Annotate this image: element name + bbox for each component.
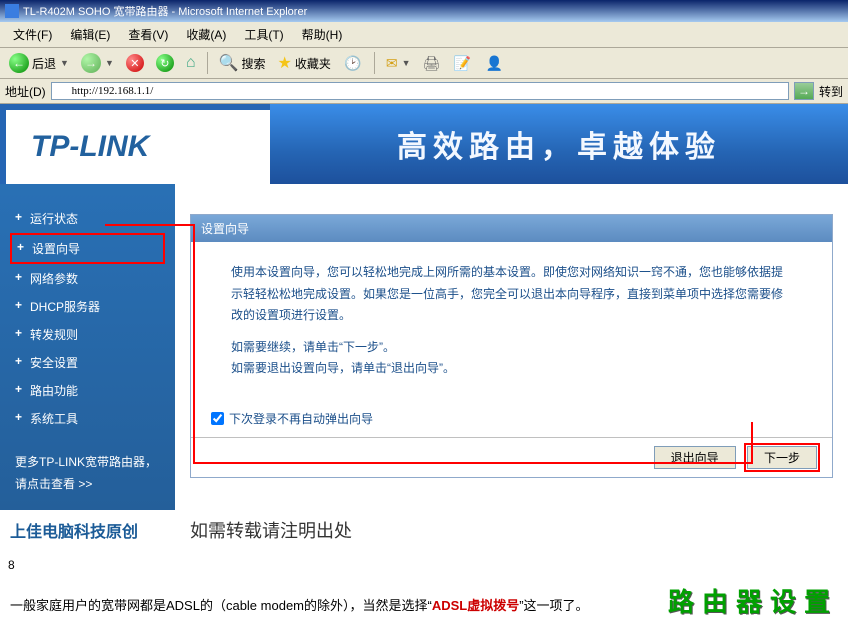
logo: TP-LINK xyxy=(31,130,245,164)
refresh-button[interactable]: ↻ xyxy=(152,52,178,74)
edit-button[interactable]: 📝 xyxy=(448,51,476,75)
wizard-text-2: 如需要继续，请单击“下一步”。 xyxy=(231,337,792,359)
wizard-text-3: 如需要退出设置向导，请单击“退出向导”。 xyxy=(231,358,792,380)
favorites-button[interactable]: ★ 收藏夹 xyxy=(273,51,334,75)
page-header: TP-LINK 高效路由，卓越体验 xyxy=(0,104,848,184)
search-icon: 🔍 xyxy=(219,53,239,73)
router-config-watermark: 路由器设置 xyxy=(668,582,838,619)
wizard-body: 使用本设置向导，您可以轻松地完成上网所需的基本设置。即使您对网络知识一窍不通，您… xyxy=(191,242,832,400)
messenger-icon: 👤 xyxy=(484,53,504,73)
url-text: http://192.168.1.1/ xyxy=(72,85,154,97)
stop-button[interactable]: ✕ xyxy=(122,52,148,74)
menu-view[interactable]: 查看(V) xyxy=(120,24,176,45)
adsl-highlight: ADSL虚拟拨号 xyxy=(432,598,519,613)
print-button[interactable]: 🖨 xyxy=(418,53,444,74)
window-title-bar: TL-R402M SOHO 宽带路由器 - Microsoft Internet… xyxy=(0,0,848,22)
edit-icon: 📝 xyxy=(452,53,472,73)
refresh-icon: ↻ xyxy=(156,54,174,72)
next-button[interactable]: 下一步 xyxy=(747,446,817,469)
sidebar-item-forward[interactable]: 转发规则 xyxy=(0,321,175,348)
annotation-line xyxy=(105,224,195,226)
address-label: 地址(D) xyxy=(5,83,46,100)
menu-edit[interactable]: 编辑(E) xyxy=(62,24,118,45)
no-popup-checkbox[interactable] xyxy=(211,412,224,425)
sidebar-item-system[interactable]: 系统工具 xyxy=(0,405,175,432)
sidebar-item-security[interactable]: 安全设置 xyxy=(0,349,175,376)
sidebar-item-network[interactable]: 网络参数 xyxy=(0,265,175,292)
sidebar-footer: 上佳电脑科技原创 xyxy=(0,510,175,550)
sidebar-more-link[interactable]: 更多TP-LINK宽带路由器，请点击查看 >> xyxy=(0,447,175,500)
history-button[interactable]: 🕑 xyxy=(339,51,367,75)
exit-wizard-button[interactable]: 退出向导 xyxy=(654,446,736,469)
separator xyxy=(207,52,208,74)
footer-description: 一般家庭用户的宽带网都是ADSL的（cable modem的除外），当然是选择“… xyxy=(0,580,848,629)
forward-icon: → xyxy=(81,53,101,73)
checkbox-label[interactable]: 下次登录不再自动弹出向导 xyxy=(229,410,373,427)
sidebar: 运行状态 设置向导 网络参数 DHCP服务器 转发规则 安全设置 路由功能 系统… xyxy=(0,184,175,510)
sidebar-item-routing[interactable]: 路由功能 xyxy=(0,377,175,404)
sidebar-item-status[interactable]: 运行状态 xyxy=(0,205,175,232)
slogan: 高效路由，卓越体验 xyxy=(270,104,848,184)
wizard-panel: 设置向导 使用本设置向导，您可以轻松地完成上网所需的基本设置。即使您对网络知识一… xyxy=(190,214,833,478)
chevron-down-icon: ▼ xyxy=(60,58,69,68)
sidebar-item-dhcp[interactable]: DHCP服务器 xyxy=(0,293,175,320)
home-icon: ⌂ xyxy=(186,54,196,72)
discuss-button[interactable]: 👤 xyxy=(480,51,508,75)
menu-favorites[interactable]: 收藏(A) xyxy=(178,24,234,45)
annotation-line xyxy=(751,422,753,464)
repost-note: 如需转载请注明出处 xyxy=(175,517,367,543)
annotation-line xyxy=(193,224,195,464)
window-title: TL-R402M SOHO 宽带路由器 - Microsoft Internet… xyxy=(23,3,307,19)
toolbar: ← 后退 ▼ → ▼ ✕ ↻ ⌂ 🔍 搜索 ★ 收藏夹 🕑 ✉▼ 🖨 📝 👤 xyxy=(0,48,848,79)
search-button[interactable]: 🔍 搜索 xyxy=(215,51,270,75)
home-button[interactable]: ⌂ xyxy=(182,52,200,74)
address-input[interactable]: http://192.168.1.1/ xyxy=(51,82,789,100)
menu-bar: 文件(F) 编辑(E) 查看(V) 收藏(A) 工具(T) 帮助(H) xyxy=(0,22,848,48)
history-icon: 🕑 xyxy=(343,53,363,73)
go-label[interactable]: 转到 xyxy=(819,83,843,100)
mail-button[interactable]: ✉▼ xyxy=(382,53,415,74)
wizard-title: 设置向导 xyxy=(191,215,832,242)
separator xyxy=(374,52,375,74)
wizard-buttons: 退出向导 下一步 xyxy=(191,437,832,477)
chevron-down-icon: ▼ xyxy=(105,58,114,68)
star-icon: ★ xyxy=(277,53,291,73)
address-bar: 地址(D) http://192.168.1.1/ → 转到 xyxy=(0,79,848,104)
back-icon: ← xyxy=(9,53,29,73)
wizard-text-1: 使用本设置向导，您可以轻松地完成上网所需的基本设置。即使您对网络知识一窍不通，您… xyxy=(231,262,792,327)
forward-button[interactable]: → ▼ xyxy=(77,51,118,75)
wizard-checkbox-row: 下次登录不再自动弹出向导 xyxy=(191,400,832,437)
sidebar-item-wizard[interactable]: 设置向导 xyxy=(10,233,165,264)
logo-area: TP-LINK xyxy=(0,104,270,184)
menu-tools[interactable]: 工具(T) xyxy=(236,24,291,45)
ie-icon xyxy=(5,4,19,18)
menu-help[interactable]: 帮助(H) xyxy=(294,24,351,45)
main-content: 运行状态 设置向导 网络参数 DHCP服务器 转发规则 安全设置 路由功能 系统… xyxy=(0,184,848,510)
page-icon xyxy=(56,85,68,97)
menu-file[interactable]: 文件(F) xyxy=(5,24,60,45)
go-button[interactable]: → xyxy=(794,82,814,100)
stop-icon: ✕ xyxy=(126,54,144,72)
back-button[interactable]: ← 后退 ▼ xyxy=(5,51,73,75)
annotation-line xyxy=(193,462,753,464)
mail-icon: ✉ xyxy=(386,55,398,72)
printer-icon: 🖨 xyxy=(422,55,440,72)
